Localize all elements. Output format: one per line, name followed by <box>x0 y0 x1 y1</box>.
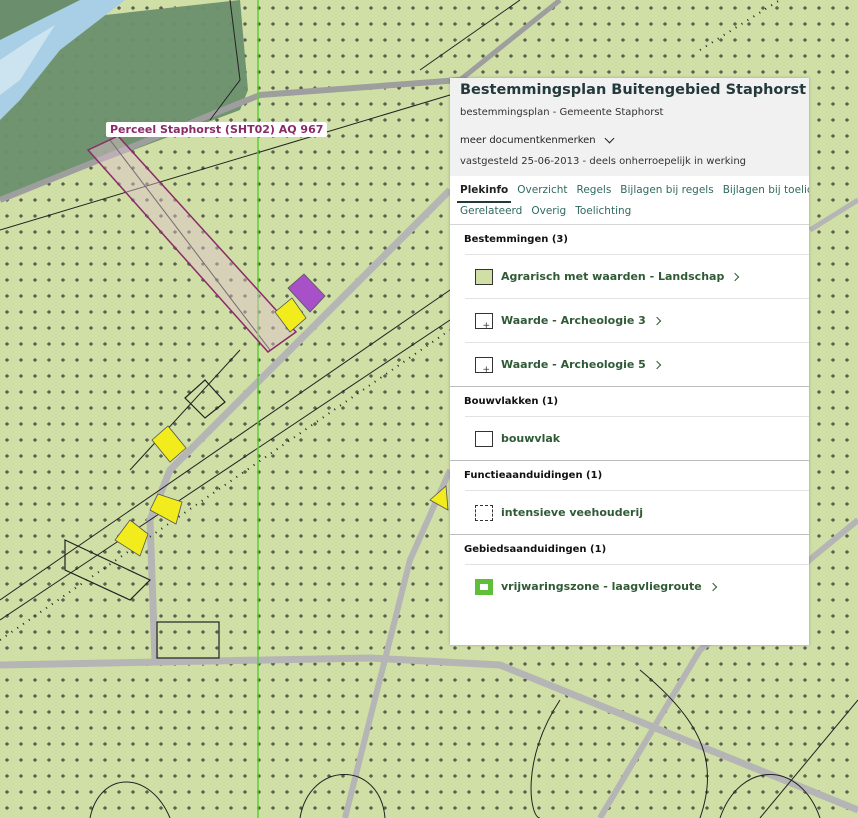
section-title: Gebiedsaanduidingen (1) <box>464 544 607 555</box>
tab-plekinfo[interactable]: Plekinfo <box>457 182 512 203</box>
list-item[interactable]: vrijwaringszone - laagvliegroute <box>465 564 809 608</box>
plan-subtitle: bestemmingsplan - Gemeente Staphorst <box>460 107 664 118</box>
tab-overig[interactable]: Overig <box>528 203 569 224</box>
tab-regels[interactable]: Regels <box>574 182 615 203</box>
tab-toelichting[interactable]: Toelichting <box>572 203 634 224</box>
list-item[interactable]: intensieve veehouderij <box>465 490 809 534</box>
item-label: Agrarisch met waarden - Landschap <box>501 270 725 283</box>
item-label: Waarde - Archeologie 3 <box>501 314 646 327</box>
section-bestemmingen: Bestemmingen (3) Agrarisch met waarden -… <box>450 225 809 386</box>
item-label: Waarde - Archeologie 5 <box>501 358 646 371</box>
item-label: bouwvlak <box>501 432 561 445</box>
info-panel: Bestemmingsplan Buitengebied Staphorst b… <box>450 78 809 645</box>
legend-swatch-icon <box>475 268 493 285</box>
item-label: vrijwaringszone - laagvliegroute <box>501 580 702 593</box>
chevron-right-icon <box>731 272 740 281</box>
chevron-right-icon <box>652 316 662 325</box>
section-bouwvlakken: Bouwvlakken (1) bouwvlak <box>450 387 809 460</box>
section-functieaanduidingen: Functieaanduidingen (1) intensieve veeho… <box>450 461 809 534</box>
chevron-right-icon <box>708 582 717 591</box>
list-item[interactable]: Waarde - Archeologie 5 <box>465 342 809 386</box>
list-item[interactable]: Waarde - Archeologie 3 <box>465 298 809 342</box>
panel-header: Bestemmingsplan Buitengebied Staphorst b… <box>450 78 809 176</box>
tab-overzicht[interactable]: Overzicht <box>514 182 570 203</box>
item-label: intensieve veehouderij <box>501 506 644 519</box>
section-gebiedsaanduidingen: Gebiedsaanduidingen (1) vrijwaringszone … <box>450 535 809 608</box>
legend-swatch-icon <box>475 578 493 595</box>
chevron-right-icon <box>652 360 662 369</box>
parcel-label: Perceel Staphorst (SHT02) AQ 967 <box>106 122 328 137</box>
tab-bijlagen-bij-regels[interactable]: Bijlagen bij regels <box>617 182 716 203</box>
plan-status: vastgesteld 25-06-2013 - deels onherroep… <box>460 156 747 167</box>
legend-swatch-icon <box>475 356 493 375</box>
legend-swatch-icon <box>475 312 493 331</box>
legend-swatch-icon <box>475 430 493 447</box>
list-item[interactable]: bouwvlak <box>465 416 809 460</box>
section-title: Functieaanduidingen (1) <box>464 470 603 481</box>
more-document-properties-toggle[interactable]: meer documentkenmerken <box>460 133 615 146</box>
section-title: Bouwvlakken (1) <box>464 396 559 407</box>
plan-title: Bestemmingsplan Buitengebied Staphorst <box>460 82 807 98</box>
list-item[interactable]: Agrarisch met waarden - Landschap <box>465 254 809 298</box>
meta-toggle-label: meer documentkenmerken <box>460 135 596 146</box>
tab-gerelateerd[interactable]: Gerelateerd <box>457 203 525 224</box>
chevron-down-icon <box>604 133 615 144</box>
section-title: Bestemmingen (3) <box>464 234 568 245</box>
legend-swatch-icon <box>475 504 493 521</box>
tab-bijlagen-bij-toelichting[interactable]: Bijlagen bij toelichting <box>720 182 809 203</box>
tab-bar: Plekinfo Overzicht Regels Bijlagen bij r… <box>450 176 809 225</box>
